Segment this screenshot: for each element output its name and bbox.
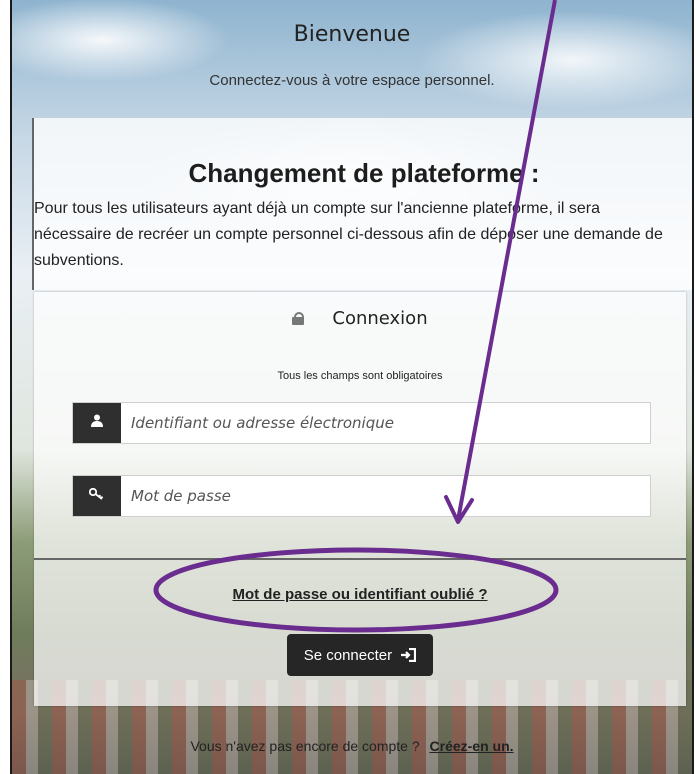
login-button-label: Se connecter [303, 646, 393, 664]
password-input[interactable] [131, 476, 641, 516]
sign-in-icon [401, 647, 417, 662]
login-button[interactable]: Se connecter [287, 634, 433, 676]
platform-change-notice: Changement de plateforme : Pour tous les… [32, 118, 692, 290]
notice-title: Changement de plateforme : [188, 158, 540, 188]
required-fields-note: Tous les champs sont obligatoires [277, 370, 443, 382]
key-icon [73, 476, 121, 516]
login-heading-label: Connexion [332, 308, 428, 329]
signup-footer: Vous n'avez pas encore de compte ? Créez… [12, 738, 692, 754]
user-icon [73, 403, 121, 443]
signup-text: Vous n'avez pas encore de compte ? [190, 738, 420, 754]
username-input[interactable] [131, 403, 641, 443]
divider [34, 558, 686, 560]
page-background: Bienvenue Connectez-vous à votre espace … [10, 0, 694, 774]
password-field [72, 475, 651, 517]
welcome-title: Bienvenue [293, 22, 411, 47]
welcome-subtitle: Connectez-vous à votre espace personnel. [209, 72, 495, 89]
forgot-credentials-link[interactable]: Mot de passe ou identifiant oublié ? [34, 586, 686, 603]
notice-body: Pour tous les utilisateurs ayant déjà un… [34, 200, 663, 269]
username-field [72, 402, 651, 444]
login-heading: Connexion [34, 308, 686, 329]
lock-icon [292, 312, 305, 325]
signup-link[interactable]: Créez-en un. [430, 738, 514, 754]
login-panel: Connexion Tous les champs sont obligatoi… [34, 292, 686, 706]
